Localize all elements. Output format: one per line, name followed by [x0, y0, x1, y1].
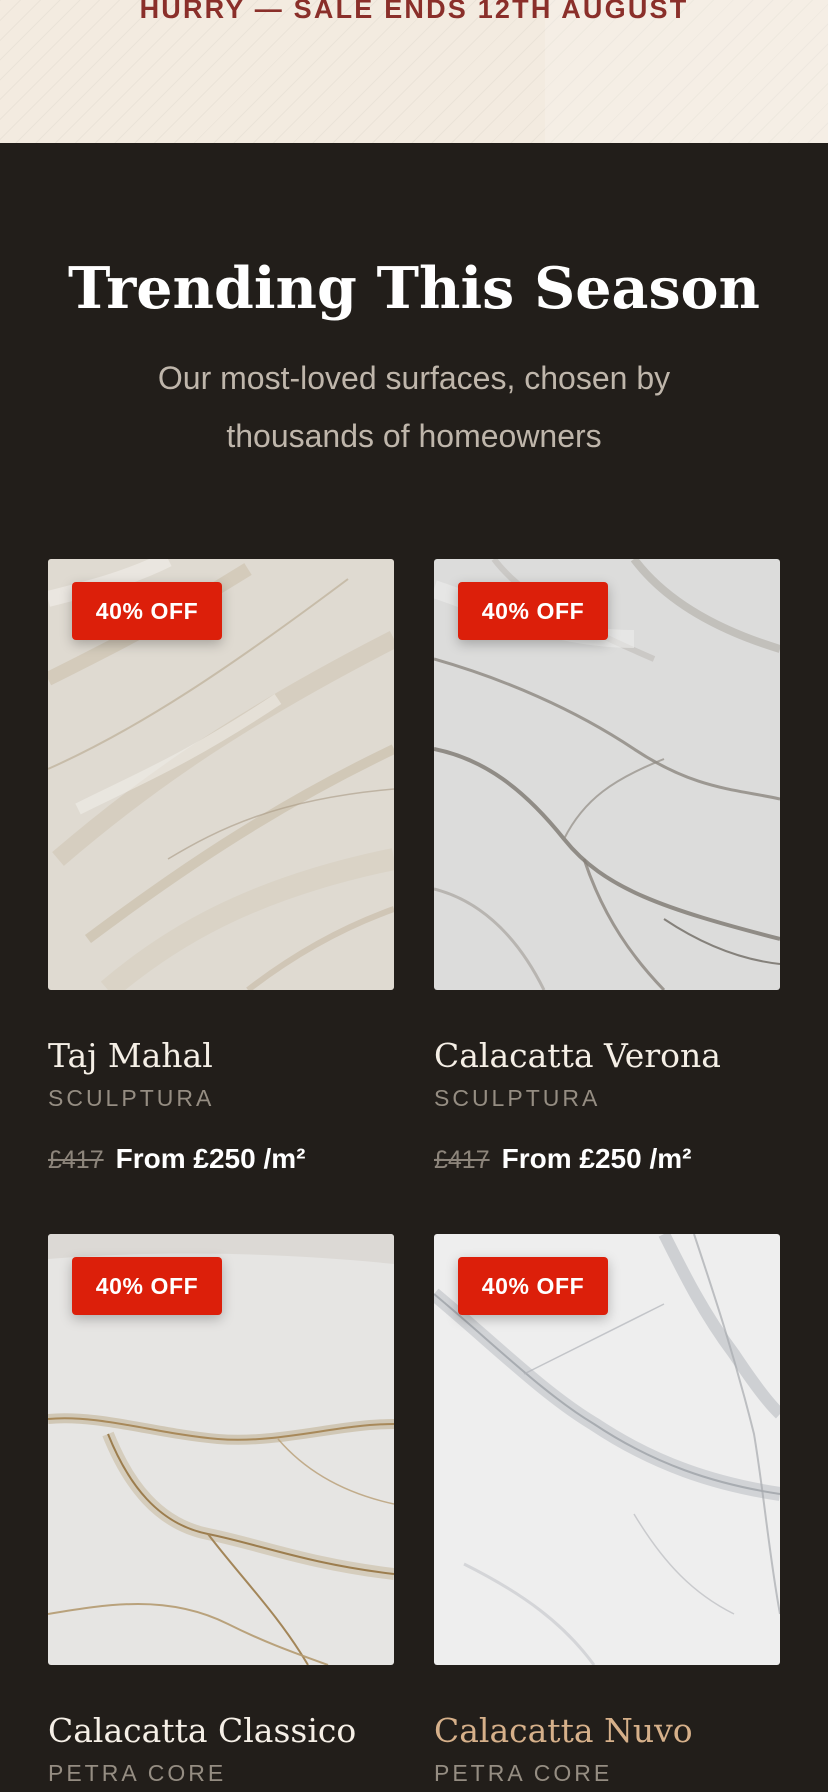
section-subtitle: Our most-loved surfaces, chosen by thous…	[157, 360, 671, 454]
discount-badge: 40% OFF	[458, 582, 608, 640]
discount-badge: 40% OFF	[72, 582, 222, 640]
original-price: £417	[48, 1146, 104, 1174]
sale-countdown-text: HURRY — SALE ENDS 12TH AUGUST	[139, 0, 689, 24]
price-row: £417 From £250 /m²	[434, 1139, 691, 1184]
product-image[interactable]: 40% OFF	[434, 1234, 780, 1665]
collection-label: PETRA CORE	[48, 1760, 227, 1786]
product-name[interactable]: Calacatta Nuvo	[434, 1707, 828, 1755]
original-price: £417	[434, 1146, 490, 1174]
collection-label: SCULPTURA	[434, 1085, 601, 1111]
discount-badge: 40% OFF	[458, 1257, 608, 1315]
sale-price: From £250 /m²	[115, 1143, 306, 1174]
collection-label: PETRA CORE	[434, 1760, 613, 1786]
price-row: £417 From £250 /m²	[48, 1139, 305, 1184]
sale-price: From £250 /m²	[501, 1143, 692, 1174]
product-image[interactable]: 40% OFF	[434, 559, 780, 990]
discount-badge: 40% OFF	[72, 1257, 222, 1315]
product-name[interactable]: Taj Mahal	[48, 1032, 448, 1080]
section-title: Trending This Season	[67, 255, 760, 322]
product-image[interactable]: 40% OFF	[48, 559, 394, 990]
product-image[interactable]: 40% OFF	[48, 1234, 394, 1665]
collection-label: SCULPTURA	[48, 1085, 215, 1111]
product-name[interactable]: Calacatta Verona	[434, 1032, 828, 1080]
product-name[interactable]: Calacatta Classico	[48, 1707, 448, 1755]
promo-banner: HURRY — SALE ENDS 12TH AUGUST	[0, 0, 828, 143]
